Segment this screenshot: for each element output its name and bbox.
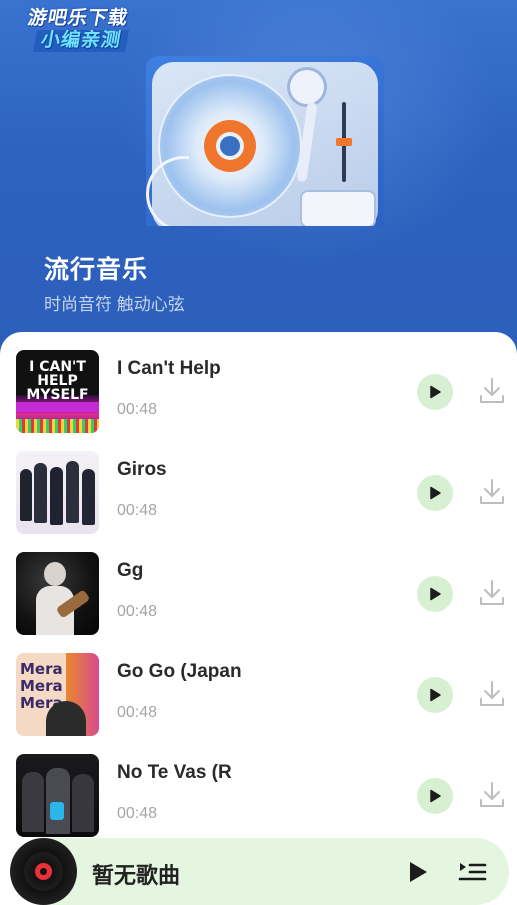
song-duration: 00:48 — [117, 805, 158, 822]
playlist-button[interactable] — [456, 857, 488, 887]
download-button[interactable] — [478, 679, 506, 709]
play-icon — [430, 789, 441, 803]
album-subtitle: 时尚音符 触动心弦 — [44, 295, 185, 314]
play-icon — [410, 862, 427, 882]
song-duration: 00:48 — [117, 704, 158, 721]
song-row[interactable]: I CAN'T HELP MYSELF I Can't Help 00:48 — [0, 332, 517, 433]
download-icon — [480, 782, 504, 807]
song-title: Go Go (Japan — [117, 661, 242, 682]
download-button[interactable] — [478, 477, 506, 507]
download-button[interactable] — [478, 376, 506, 406]
play-button[interactable] — [417, 374, 453, 410]
watermark-line-2: 小编亲测 — [33, 30, 130, 52]
playlist-icon — [458, 863, 487, 881]
song-row[interactable]: Gg 00:48 — [0, 534, 517, 635]
song-title: No Te Vas (R — [117, 762, 232, 783]
watermark: 游吧乐下载 小编亲测 — [6, 8, 146, 52]
play-button[interactable] — [417, 677, 453, 713]
album-title: 流行音乐 — [44, 256, 149, 284]
album-header: 游吧乐下载 小编亲测 流行音乐 时尚音符 触动心弦 — [0, 0, 517, 360]
album-cover-image — [146, 56, 384, 226]
turntable-brand-plate — [302, 192, 374, 226]
download-button[interactable] — [478, 578, 506, 608]
song-row[interactable]: No Te Vas (R 00:48 — [0, 736, 517, 837]
watermark-line-1: 游吧乐下载 — [26, 8, 130, 29]
play-icon — [430, 385, 441, 399]
song-row[interactable]: Mera Mera Mera Go Go (Japan 00:48 — [0, 635, 517, 736]
play-button[interactable] — [417, 576, 453, 612]
song-cover-thumbnail: Mera Mera Mera — [16, 653, 99, 736]
song-cover-thumbnail: I CAN'T HELP MYSELF — [16, 350, 99, 433]
play-button[interactable] — [417, 778, 453, 814]
download-icon — [480, 681, 504, 706]
song-duration: 00:48 — [117, 401, 158, 418]
song-duration: 00:48 — [117, 502, 158, 519]
song-duration: 00:48 — [117, 603, 158, 620]
play-icon — [430, 486, 441, 500]
download-button[interactable] — [478, 780, 506, 810]
play-button[interactable] — [417, 475, 453, 511]
song-cover-thumbnail — [16, 451, 99, 534]
song-title: Gg — [117, 560, 144, 581]
song-title: Giros — [117, 459, 167, 480]
mini-player-bar[interactable] — [12, 838, 509, 905]
play-icon — [430, 688, 441, 702]
player-play-button[interactable] — [404, 857, 432, 887]
now-playing-label: 暂无歌曲 — [92, 863, 181, 888]
play-icon — [430, 587, 441, 601]
song-row[interactable]: Giros 00:48 — [0, 433, 517, 534]
song-cover-thumbnail — [16, 754, 99, 837]
download-icon — [480, 378, 504, 403]
player-disc-icon[interactable] — [10, 838, 77, 905]
download-icon — [480, 479, 504, 504]
song-title: I Can't Help — [117, 358, 221, 379]
song-cover-thumbnail — [16, 552, 99, 635]
download-icon — [480, 580, 504, 605]
